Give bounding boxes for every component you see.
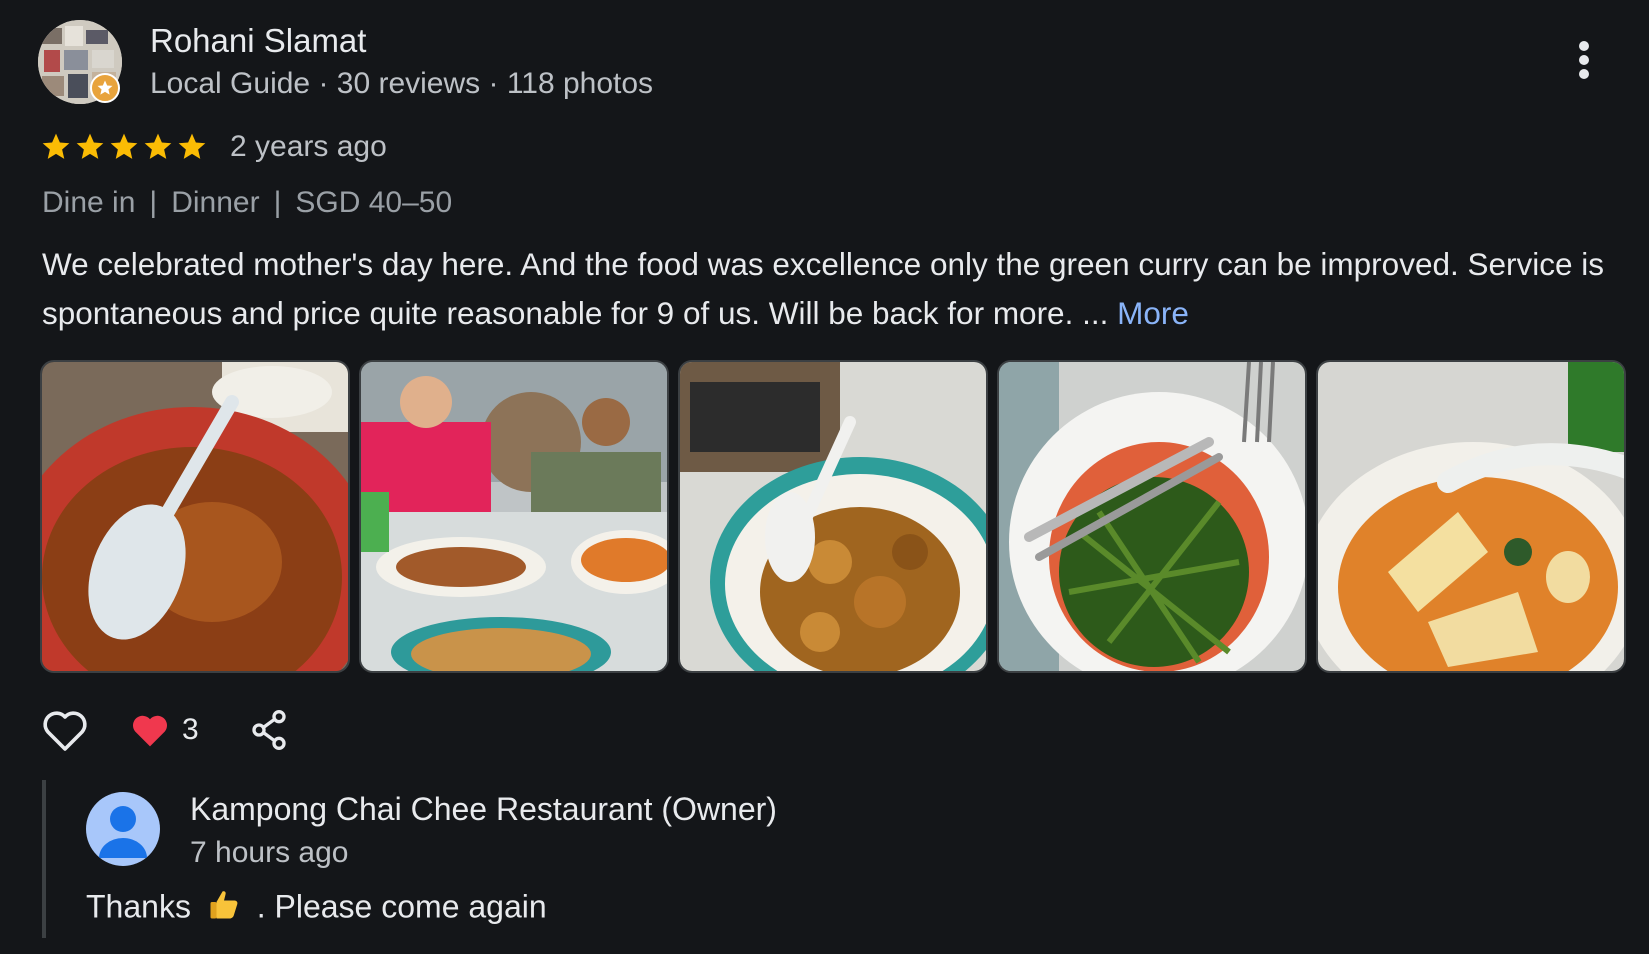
star-icon	[144, 133, 172, 159]
tag-price: SGD 40–50	[295, 186, 453, 219]
fried-dish-photo	[680, 362, 986, 671]
heart-outline-icon	[43, 711, 87, 751]
rating-row: 2 years ago	[40, 127, 387, 167]
thumbs-up-icon	[206, 887, 242, 931]
review-card: Rohani Slamat Local Guide · 30 reviews ·…	[0, 0, 1649, 954]
tag-separator: |	[273, 186, 282, 219]
owner-avatar[interactable]	[86, 792, 160, 866]
tag-service: Dine in	[42, 186, 136, 219]
review-photos	[40, 360, 1626, 673]
tag-separator: |	[149, 186, 158, 219]
owner-reply-time: 7 hours ago	[190, 836, 349, 869]
tag-meal: Dinner	[171, 186, 260, 219]
review-time: 2 years ago	[230, 130, 387, 163]
kangkung-vegetable-photo	[999, 362, 1305, 671]
more-link[interactable]: More	[1117, 295, 1189, 331]
local-guide-star-icon	[90, 73, 120, 103]
review-photo-3[interactable]	[678, 360, 988, 673]
star-icon	[76, 133, 104, 159]
like-button[interactable]	[40, 705, 90, 755]
star-rating	[40, 131, 208, 163]
star-icon	[178, 133, 206, 159]
review-photo-2[interactable]	[359, 360, 669, 673]
curry-dish-photo	[42, 362, 348, 671]
review-tags: Dine in | Dinner | SGD 40–50	[42, 186, 452, 220]
review-photo-1[interactable]	[40, 360, 350, 673]
review-photo-4[interactable]	[997, 360, 1307, 673]
owner-reply-text-end: . Please come again	[256, 888, 547, 925]
more-options-icon[interactable]	[1570, 36, 1598, 96]
review-actions: 3	[40, 705, 291, 755]
person-icon	[99, 806, 147, 858]
owner-reply-text-start: Thanks	[86, 888, 191, 925]
star-icon	[42, 133, 70, 159]
review-text: We celebrated mother's day here. And the…	[42, 240, 1622, 338]
curry-soup-photo	[1318, 362, 1624, 671]
star-icon	[110, 133, 138, 159]
red-heart-icon	[133, 715, 167, 747]
share-icon	[252, 710, 286, 750]
diners-table-photo	[361, 362, 667, 671]
reply-divider	[42, 780, 46, 938]
reviewer-meta: Local Guide · 30 reviews · 118 photos	[150, 67, 654, 100]
owner-name: Kampong Chai Chee Restaurant (Owner)	[190, 791, 777, 827]
reaction-count: 3	[182, 713, 199, 746]
reaction-button[interactable]: 3	[130, 712, 199, 748]
share-button[interactable]	[247, 705, 291, 755]
owner-reply-text: Thanks . Please come again	[86, 887, 547, 931]
review-body: We celebrated mother's day here. And the…	[42, 246, 1605, 331]
review-photo-5[interactable]	[1316, 360, 1626, 673]
reviewer-name[interactable]: Rohani Slamat	[150, 22, 366, 60]
